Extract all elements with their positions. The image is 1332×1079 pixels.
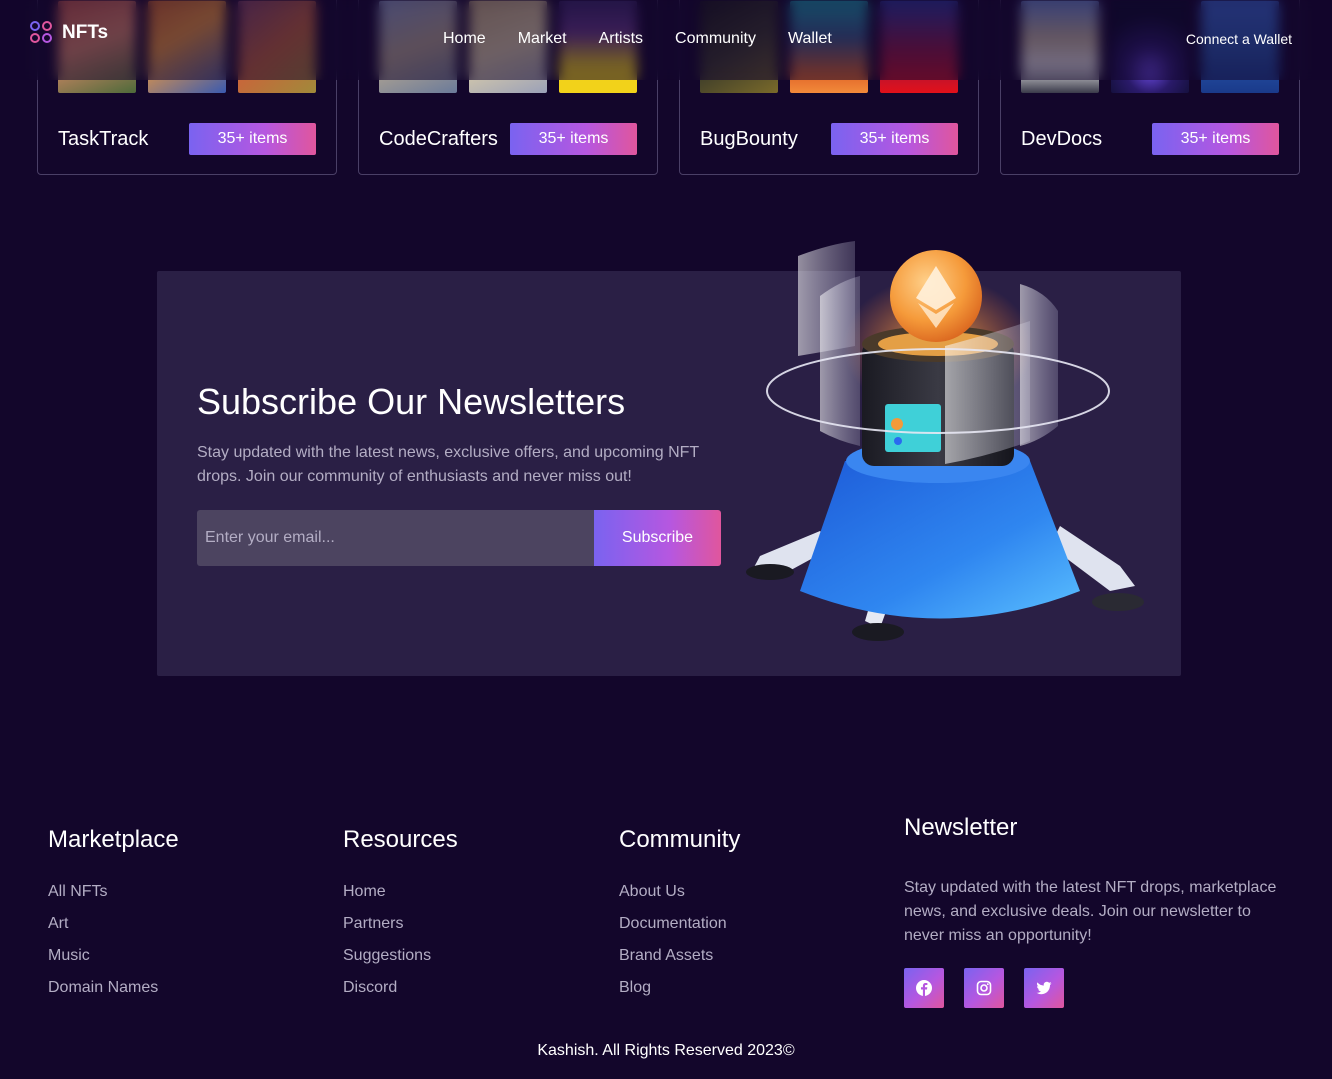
footer-newsletter: Newsletter Stay updated with the latest … bbox=[904, 814, 1294, 1008]
logo-icon bbox=[30, 21, 54, 45]
email-input[interactable] bbox=[197, 510, 594, 566]
connect-wallet-button[interactable]: Connect a Wallet bbox=[1186, 31, 1292, 47]
copyright: Kashish. All Rights Reserved 2023© bbox=[537, 1042, 795, 1059]
nav-link-market[interactable]: Market bbox=[518, 30, 567, 48]
nav-link-home[interactable]: Home bbox=[443, 30, 486, 48]
newsletter-description: Stay updated with the latest news, exclu… bbox=[197, 444, 699, 485]
facebook-icon bbox=[916, 980, 932, 996]
logo[interactable]: NFTs bbox=[30, 21, 108, 45]
footer-link[interactable]: Brand Assets bbox=[619, 946, 740, 978]
collection-items-button[interactable]: 35+ items bbox=[1152, 123, 1279, 155]
subscribe-button[interactable]: Subscribe bbox=[594, 510, 721, 566]
footer-link[interactable]: About Us bbox=[619, 882, 740, 914]
footer-heading: Community bbox=[619, 826, 741, 853]
footer-link[interactable]: Domain Names bbox=[48, 978, 179, 1010]
social-links bbox=[904, 968, 1294, 1008]
twitter-button[interactable] bbox=[1024, 968, 1064, 1008]
collection-name: DevDocs bbox=[1021, 128, 1103, 150]
collection-items-button[interactable]: 35+ items bbox=[831, 123, 958, 155]
nav-link-community[interactable]: Community bbox=[675, 30, 756, 48]
footer-link[interactable]: Documentation bbox=[619, 914, 740, 946]
collection-name: BugBounty bbox=[700, 128, 798, 150]
footer-link[interactable]: Music bbox=[48, 946, 179, 978]
footer-link[interactable]: Partners bbox=[343, 914, 458, 946]
collection-items-button[interactable]: 35+ items bbox=[510, 123, 637, 155]
footer-link[interactable]: Blog bbox=[619, 978, 740, 1010]
nav-link-wallet[interactable]: Wallet bbox=[788, 30, 832, 48]
footer-marketplace: Marketplace All NFTs Art Music Domain Na… bbox=[48, 826, 179, 1010]
footer-newsletter-text: Stay updated with the latest NFT drops, … bbox=[904, 879, 1277, 944]
robot-illustration bbox=[746, 241, 1144, 641]
footer-heading: Newsletter bbox=[904, 814, 1018, 841]
footer-heading: Marketplace bbox=[48, 826, 179, 853]
newsletter-form: Subscribe bbox=[197, 510, 721, 566]
collection-items-button[interactable]: 35+ items bbox=[189, 123, 316, 155]
footer-link[interactable]: Art bbox=[48, 914, 179, 946]
facebook-button[interactable] bbox=[904, 968, 944, 1008]
footer-heading: Resources bbox=[343, 826, 458, 853]
twitter-icon bbox=[1036, 981, 1052, 995]
logo-text: NFTs bbox=[62, 22, 109, 43]
newsletter-title: Subscribe Our Newsletters bbox=[197, 381, 626, 422]
nav-link-artists[interactable]: Artists bbox=[599, 30, 643, 48]
footer-link[interactable]: Suggestions bbox=[343, 946, 458, 978]
footer-link[interactable]: All NFTs bbox=[48, 882, 179, 914]
collection-name: TaskTrack bbox=[58, 128, 149, 150]
instagram-icon bbox=[976, 980, 992, 996]
nav-links: Home Market Artists Community Wallet bbox=[443, 30, 832, 48]
footer-link[interactable]: Home bbox=[343, 882, 458, 914]
footer-community: Community About Us Documentation Brand A… bbox=[619, 826, 740, 1010]
collection-name: CodeCrafters bbox=[379, 128, 498, 150]
navbar: NFTs Home Market Artists Community Walle… bbox=[0, 0, 1332, 80]
footer-link[interactable]: Discord bbox=[343, 978, 458, 1010]
instagram-button[interactable] bbox=[964, 968, 1004, 1008]
footer-resources: Resources Home Partners Suggestions Disc… bbox=[343, 826, 458, 1010]
